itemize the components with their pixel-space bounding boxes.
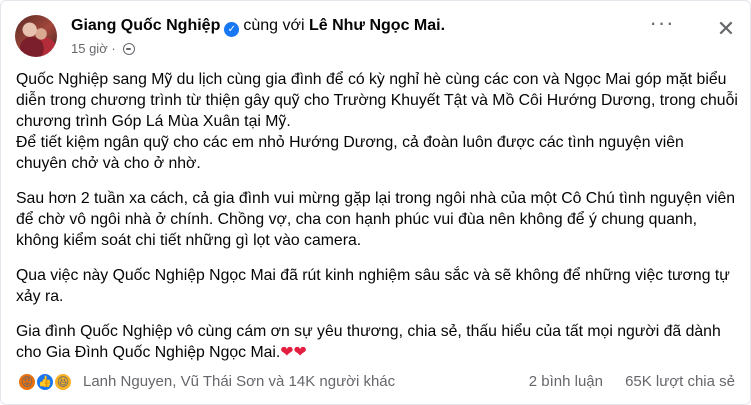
author-name[interactable]: Giang Quốc Nghiệp bbox=[71, 17, 220, 34]
angry-icon: 😡 bbox=[17, 372, 37, 392]
globe-icon[interactable] bbox=[123, 43, 136, 55]
reactors-summary[interactable]: Lanh Nguyen, Vũ Thái Sơn và 14K người kh… bbox=[83, 373, 395, 390]
post-footer: 😡 👍 😆 Lanh Nguyen, Vũ Thái Sơn và 14K ng… bbox=[17, 371, 735, 393]
post-card: Giang Quốc Nghiệp ✓ cùng với Lê Như Ngọc M… bbox=[0, 0, 751, 405]
author-line: Giang Quốc Nghiệp ✓ cùng với Lê Như Ngọc M… bbox=[71, 16, 445, 37]
haha-icon: 😆 bbox=[53, 372, 73, 392]
post-paragraph: Qua việc này Quốc Nghiệp Ngọc Mai đã rút… bbox=[16, 267, 730, 305]
post-meta: 15 giờ · bbox=[71, 41, 136, 57]
more-options-button[interactable]: ··· bbox=[644, 11, 680, 47]
post-paragraph: Sau hơn 2 tuần xa cách, cả gia đình vui … bbox=[16, 190, 736, 249]
post-paragraph-text: Gia đình Quốc Nghiệp vô cùng cám ơn sự y… bbox=[16, 323, 721, 361]
comment-count[interactable]: 2 bình luận bbox=[529, 373, 603, 390]
close-icon[interactable]: ✕ bbox=[708, 11, 744, 47]
post-content: Quốc Nghiệp sang Mỹ du lịch cùng gia đìn… bbox=[16, 69, 738, 377]
verified-badge-icon: ✓ bbox=[224, 22, 240, 37]
heart-emoji-icon: ❤❤ bbox=[280, 344, 307, 361]
post-time[interactable]: 15 giờ bbox=[71, 41, 108, 56]
like-icon: 👍 bbox=[35, 372, 55, 392]
share-count[interactable]: 65K lượt chia sẻ bbox=[625, 373, 735, 390]
author-avatar[interactable] bbox=[15, 15, 57, 57]
with-text: cùng với bbox=[243, 17, 305, 34]
tagged-person[interactable]: Lê Như Ngọc Mai. bbox=[309, 17, 445, 34]
post-paragraph-last: Gia đình Quốc Nghiệp vô cùng cám ơn sự y… bbox=[16, 321, 738, 363]
post-paragraph: Quốc Nghiệp sang Mỹ du lịch cùng gia đìn… bbox=[16, 71, 738, 172]
post-header: Giang Quốc Nghiệp ✓ cùng với Lê Như Ngọc M… bbox=[15, 11, 735, 59]
